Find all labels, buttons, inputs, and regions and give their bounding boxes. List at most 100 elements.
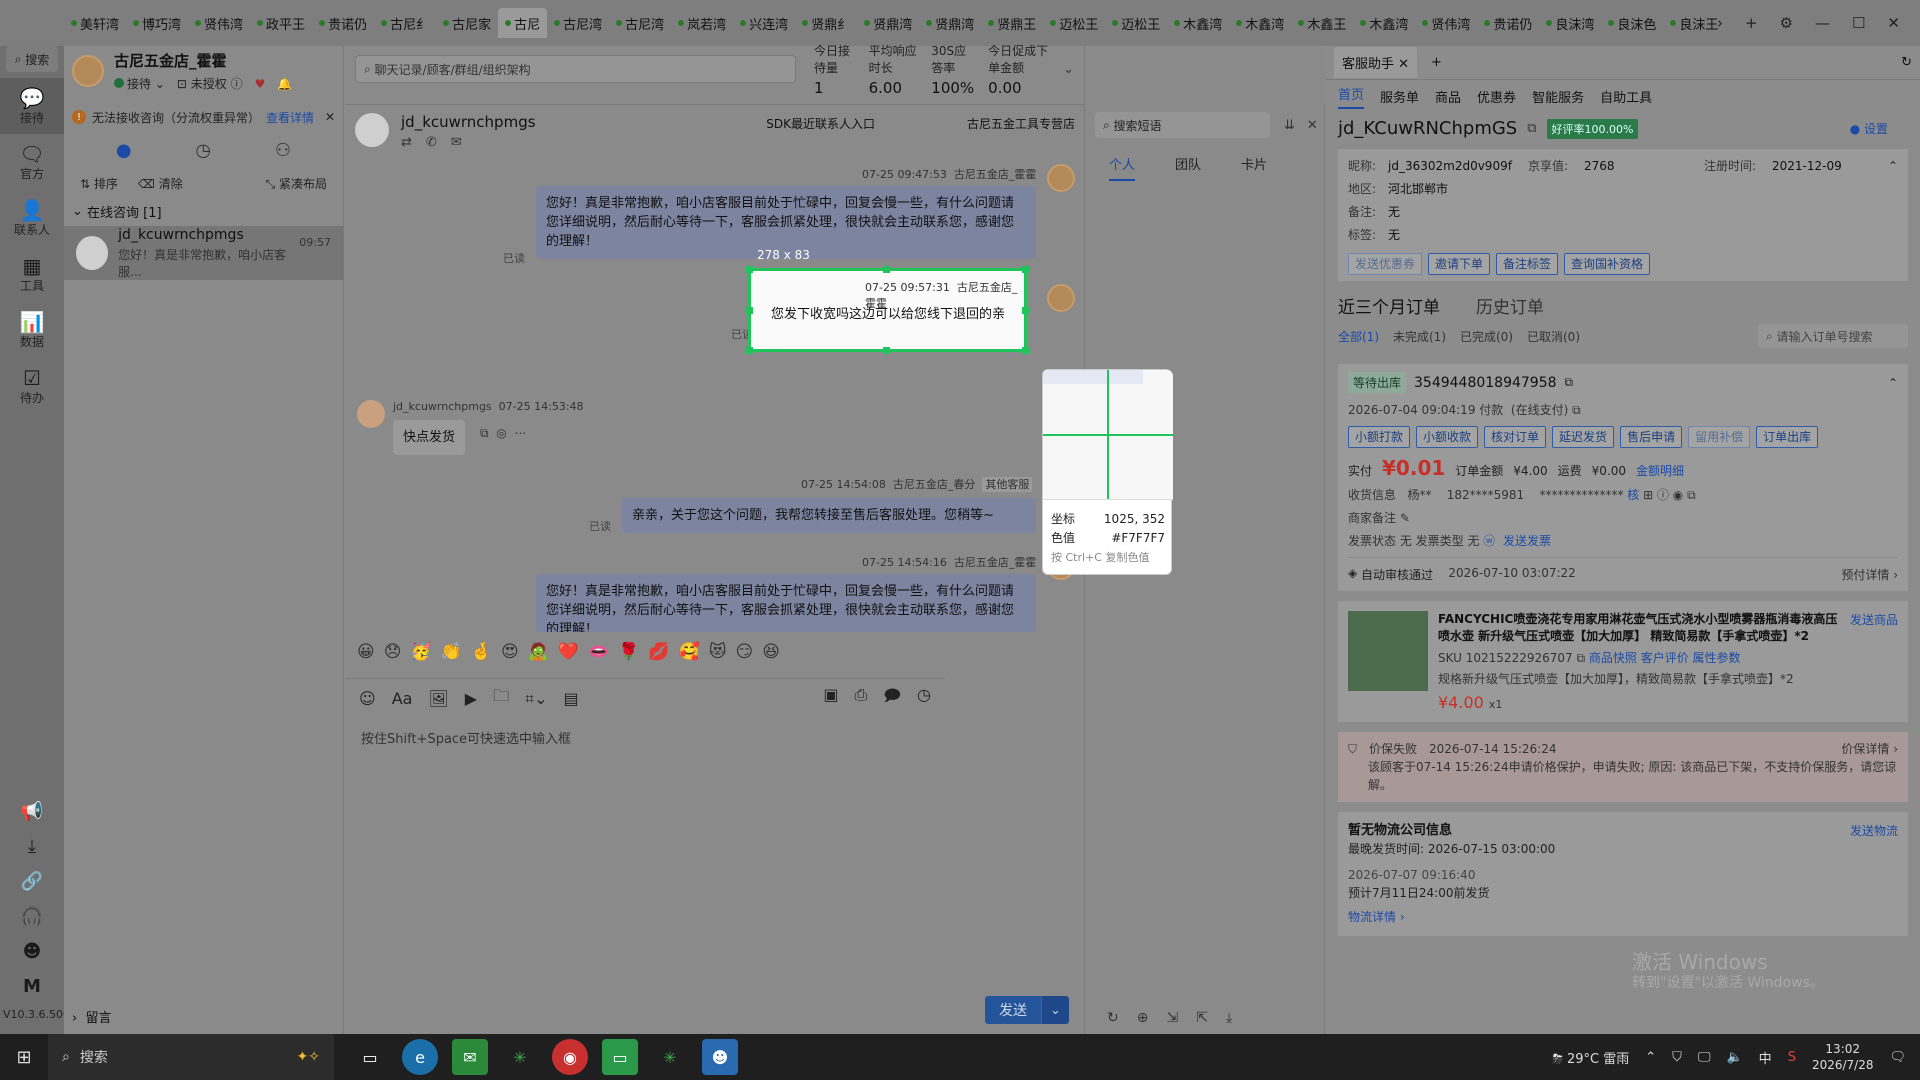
message-bubble[interactable]: 您好！真是非常抱歉，咱小店客服目前处于忙碌中，回复会慢一些，有什么问题请您详细说… (536, 574, 1036, 632)
robot-icon[interactable]: ☻ (23, 941, 42, 962)
send-logistics-link[interactable]: 发送物流 (1850, 822, 1898, 840)
order-action-button[interactable]: 延迟发货 (1552, 426, 1615, 448)
ime-indicator[interactable]: 中 (1759, 1048, 1772, 1067)
emoji-button[interactable]: 🥰 (679, 642, 700, 662)
filter-cancelled[interactable]: 已取消(0) (1527, 328, 1580, 345)
emoji-button[interactable]: 😏 (735, 642, 753, 662)
network-icon[interactable]: 🖵 (1698, 1050, 1711, 1065)
shop-tab[interactable]: 贵诺仍 (312, 8, 374, 38)
close-button[interactable]: ✕ (1887, 14, 1900, 32)
video-icon[interactable]: ▶ (465, 689, 477, 708)
filter-all[interactable]: 全部(1) (1338, 328, 1379, 345)
shop-tab[interactable]: 贵诺仍 (1477, 8, 1539, 38)
assistant-nav-item[interactable]: 服务单 (1380, 87, 1419, 106)
price-protect-detail-link[interactable]: 价保详情 › (1841, 740, 1898, 758)
chevron-down-icon[interactable]: ⌄ (1063, 62, 1074, 77)
help-icon[interactable]: ⓦ (1483, 534, 1495, 548)
shop-tab[interactable]: 贤鼎王 (981, 8, 1043, 38)
resize-handle[interactable] (1022, 347, 1029, 354)
resize-handle[interactable] (883, 347, 890, 354)
notification-icon[interactable]: 🗨 (1889, 1050, 1906, 1065)
filter-incomplete[interactable]: 未完成(1) (1393, 328, 1446, 345)
heart-icon[interactable]: ♥ (255, 77, 266, 91)
order-action-button[interactable]: 小额打款 (1348, 426, 1411, 448)
shop-tab[interactable]: 美轩湾 (64, 8, 126, 38)
online-consult-group[interactable]: ⌄ 在线咨询 [1] (64, 196, 343, 226)
assistant-nav-item[interactable]: 优惠券 (1477, 87, 1516, 106)
emoji-button[interactable]: 🧟 (528, 642, 549, 662)
nav-item-contacts[interactable]: 👤 联系人 (0, 190, 64, 246)
copy-icon[interactable]: ⧉ (1565, 375, 1574, 390)
reception-status-dropdown[interactable]: 接待 ⌄ (114, 75, 165, 92)
shop-tab[interactable]: 古尼 (498, 8, 548, 38)
windows-start-icon[interactable]: ⊞ (0, 1047, 48, 1068)
screenshot-selection[interactable]: 07-25 09:57:31 古尼五金店_霍霍 您发下收宽吗这边可以给您线下退回… (746, 266, 1029, 354)
close-icon[interactable]: ✕ (1307, 118, 1318, 133)
send-invoice-link[interactable]: 发送发票 (1503, 534, 1551, 548)
assistant-nav-item[interactable]: 首页 (1338, 84, 1365, 109)
amount-detail-link[interactable]: 金额明细 (1636, 462, 1684, 479)
nav-item-official[interactable]: 🗨 官方 (0, 134, 64, 190)
emoji-button[interactable]: 👏 (441, 642, 462, 662)
export-icon[interactable]: ⇱ (1196, 1010, 1208, 1026)
refresh-icon[interactable]: ↻ (1901, 55, 1912, 70)
shop-tab[interactable]: 良沫湾 (1539, 8, 1601, 38)
download-icon[interactable]: ⤓ (1226, 1010, 1232, 1026)
clock[interactable]: 13:02 2026/7/28 (1812, 1041, 1874, 1073)
more-tabs-icon[interactable]: › (1717, 14, 1723, 32)
message-input[interactable]: 按住Shift+Space可快速选中输入框 (361, 728, 571, 747)
taskbar-search[interactable]: ⌕ 搜索 ✦✧ (48, 1034, 334, 1080)
shop-tab[interactable]: 贤鼎湾 (857, 8, 919, 38)
coupon-icon[interactable]: ⎙ (854, 685, 867, 712)
headset-icon[interactable]: 🎧 (21, 906, 43, 927)
bell-icon[interactable]: 🔔 (277, 77, 292, 91)
nav-item-tools[interactable]: ▦ 工具 (0, 246, 64, 302)
resize-handle[interactable] (883, 266, 890, 273)
chevron-up-icon[interactable]: ⌃ (1888, 376, 1898, 390)
product-snapshot-link[interactable]: 商品快照 (1589, 651, 1637, 665)
edge-icon[interactable]: e (402, 1039, 438, 1075)
shop-tab[interactable]: 政平王 (250, 8, 312, 38)
minimize-button[interactable]: — (1815, 14, 1830, 32)
note-tag-button[interactable]: 备注标签 (1496, 253, 1559, 275)
emoji-button[interactable]: 🥳 (410, 642, 431, 662)
shop-tab[interactable]: 木鑫湾 (1167, 8, 1229, 38)
message-bubble[interactable]: 亲亲，关于您这个问题，我帮您转接至售后客服处理。您稍等~ (622, 498, 1036, 533)
comment-icon[interactable]: 🗩 (883, 685, 901, 712)
filter-complete[interactable]: 已完成(0) (1460, 328, 1513, 345)
transfer-icon[interactable]: ⇄ (401, 135, 412, 150)
app-green-chat-icon[interactable]: ▭ (602, 1039, 638, 1075)
tab-group-users[interactable]: ⚇ (275, 140, 291, 161)
global-search-button[interactable]: ⌕ 搜索 (6, 46, 58, 72)
maximize-button[interactable]: ☐ (1852, 14, 1865, 32)
shop-tab[interactable]: 古尼湾 (609, 8, 671, 38)
emoji-button[interactable]: 😻 (709, 642, 727, 662)
shop-tab[interactable]: 贤伟湾 (1415, 8, 1477, 38)
chat-search-input[interactable]: ⌕ 聊天记录/顾客/群组/组织架构 (355, 55, 797, 83)
add-tab-icon[interactable]: + (1431, 55, 1442, 70)
invite-order-button[interactable]: 邀请下单 (1428, 253, 1491, 275)
task-view-icon[interactable]: ▭ (352, 1039, 388, 1075)
emoji-button[interactable]: 😍 (501, 642, 519, 662)
shop-tab[interactable]: 兴连湾 (733, 8, 795, 38)
resize-handle[interactable] (746, 347, 753, 354)
prepay-detail-link[interactable]: 预付详情 › (1841, 566, 1898, 583)
download-icon[interactable]: ⤓ (28, 836, 36, 857)
order-action-button[interactable]: 售后申请 (1620, 426, 1683, 448)
settings-link[interactable]: ● 设置 (1850, 120, 1888, 137)
message-bubble[interactable]: 快点发货 (393, 420, 466, 455)
tab-history-orders[interactable]: 历史订单 (1476, 293, 1544, 318)
assistant-nav-item[interactable]: 商品 (1435, 87, 1461, 106)
shop-tab[interactable]: 贤鼎湾 (919, 8, 981, 38)
customer-review-link[interactable]: 客户评价 (1641, 651, 1689, 665)
auth-status[interactable]: ⊡ 未授权 ⓘ (177, 75, 243, 92)
edit-icon[interactable]: ✎ (1400, 511, 1410, 525)
app-red-icon[interactable]: ◉ (552, 1039, 588, 1075)
phone-icon[interactable]: ✆ (426, 135, 437, 150)
tab-history-clock[interactable]: ◷ (195, 140, 211, 161)
order-search-input[interactable]: ⌕ 请输入订单号搜索 (1758, 324, 1908, 348)
shop-tab[interactable]: 迈松王 (1043, 8, 1105, 38)
tab-current-sessions[interactable]: ● (116, 140, 132, 161)
order-action-button[interactable]: 小额收款 (1416, 426, 1479, 448)
order-icon[interactable]: ▣ (823, 685, 838, 712)
